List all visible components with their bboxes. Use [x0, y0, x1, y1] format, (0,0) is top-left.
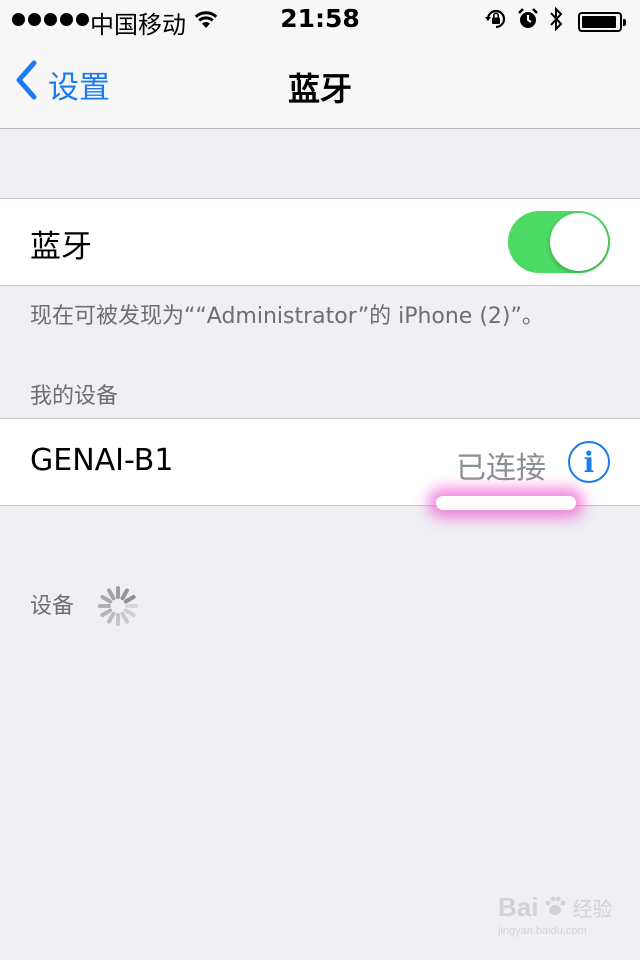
bluetooth-icon [548, 6, 564, 38]
spinner-spoke [100, 608, 113, 617]
device-name: GENAI-B1 [30, 443, 174, 478]
discoverable-text: 现在可被发现为““Administrator”的 iPhone (2)”。 [30, 304, 544, 329]
navigation-bar: 设置 蓝牙 [0, 40, 640, 129]
battery-level [582, 16, 616, 28]
devices-header: 设备 [30, 594, 75, 619]
toggle-knob [550, 213, 608, 271]
paw-icon [542, 893, 568, 923]
battery-icon [578, 12, 626, 32]
alarm-icon [516, 7, 540, 37]
status-bar: 中国移动 21:58 [0, 0, 640, 40]
bluetooth-toggle[interactable] [508, 211, 610, 273]
watermark-url: jingyan.baidu.com [498, 925, 587, 937]
spinner-spoke [100, 595, 113, 604]
watermark-label: 经验 [572, 897, 613, 921]
info-icon[interactable]: i [568, 441, 610, 483]
spinner-spoke [107, 611, 116, 624]
watermark-brand: Bai [498, 892, 539, 922]
bluetooth-label: 蓝牙 [30, 229, 92, 265]
page-title: 蓝牙 [287, 70, 352, 108]
table-row[interactable]: GENAI-B1 已连接 i [0, 418, 640, 506]
highlight-annotation [436, 496, 576, 510]
spinner-spoke [120, 588, 129, 601]
my-devices-header: 我的设备 [30, 384, 119, 409]
orientation-lock-icon [484, 7, 508, 37]
spinner-spoke [123, 595, 136, 604]
spinner-spoke [107, 588, 116, 601]
spinner-spoke [123, 608, 136, 617]
watermark: Bai 经验 jingyan.baidu.com [498, 892, 612, 937]
device-status: 已连接 [456, 451, 546, 486]
spinner-spoke [120, 611, 129, 624]
loading-spinner-icon [96, 584, 140, 632]
bluetooth-toggle-row: 蓝牙 [0, 198, 640, 286]
